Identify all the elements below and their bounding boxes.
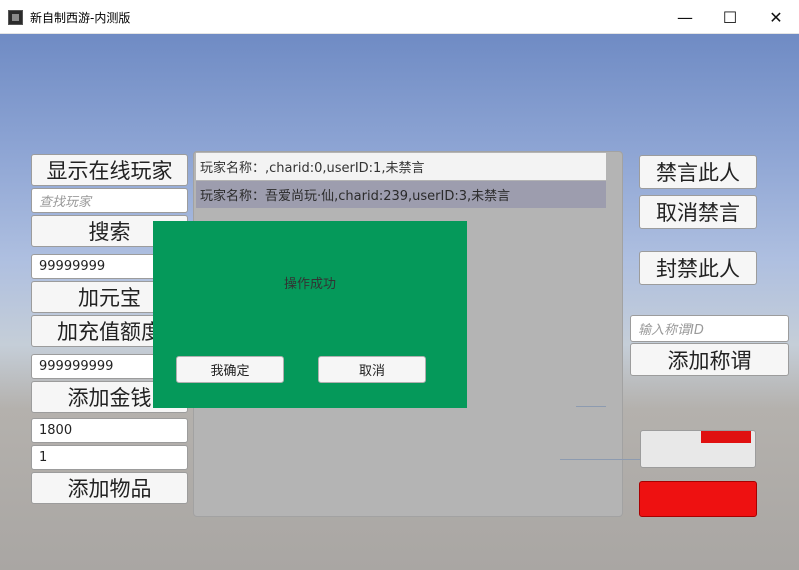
item-count-input[interactable]: 1 [31, 445, 188, 470]
cancel-button[interactable]: 取消 [318, 356, 426, 383]
close-button[interactable]: ✕ [753, 0, 799, 34]
ban-player-button[interactable]: 封禁此人 [639, 251, 757, 285]
game-viewport: 显示在线玩家 查找玩家 搜索 99999999 加元宝 加充值额度 999999… [0, 34, 799, 570]
confirm-button[interactable]: 我确定 [176, 356, 284, 383]
app-icon [8, 10, 23, 25]
player-list-item[interactable]: 玩家名称：,charid:0,userID:1,未禁言 [196, 153, 606, 180]
dialog-message: 操作成功 [283, 277, 336, 292]
show-online-players-button[interactable]: 显示在线玩家 [31, 154, 188, 186]
red-action-button[interactable] [639, 481, 757, 517]
title-bar: 新自制西游-内测版 — ☐ ✕ [0, 0, 799, 34]
player-list-item-selected[interactable]: 玩家名称：吾爱尚玩·仙,charid:239,userID:3,未禁言 [196, 181, 606, 208]
render-artifact [576, 406, 606, 407]
add-item-button[interactable]: 添加物品 [31, 472, 188, 504]
search-player-input[interactable]: 查找玩家 [31, 188, 188, 213]
maximize-button[interactable]: ☐ [707, 0, 753, 34]
window-title: 新自制西游-内测版 [30, 11, 131, 25]
mute-player-button[interactable]: 禁言此人 [639, 155, 757, 189]
minimize-button[interactable]: — [662, 0, 708, 34]
render-artifact [560, 459, 640, 460]
garbled-button-label [641, 431, 755, 467]
add-title-button[interactable]: 添加称谓 [630, 343, 789, 376]
title-id-input[interactable]: 输入称谓ID [630, 315, 789, 342]
operation-success-dialog: 操作成功 我确定 取消 [153, 221, 467, 408]
garbled-button[interactable] [640, 430, 756, 468]
item-id-input[interactable]: 1800 [31, 418, 188, 443]
unmute-player-button[interactable]: 取消禁言 [639, 195, 757, 229]
